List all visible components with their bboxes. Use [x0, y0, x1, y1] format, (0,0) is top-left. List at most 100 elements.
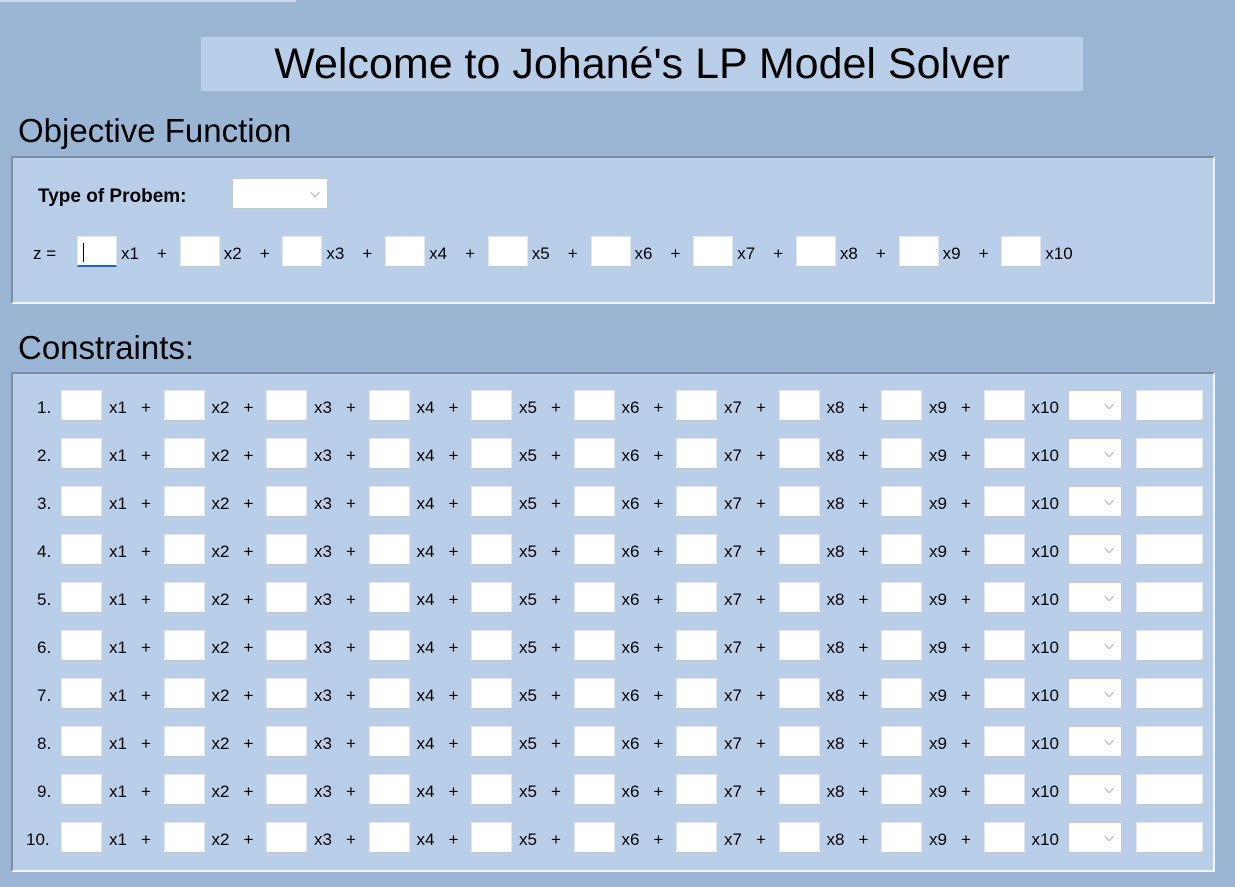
constraint-rhs-input[interactable]	[1136, 534, 1203, 565]
objective-coef-input[interactable]	[179, 236, 220, 267]
constraint-coef-input[interactable]	[471, 630, 512, 661]
constraint-coef-input[interactable]	[471, 390, 512, 421]
constraint-sign-select[interactable]: ⌵	[1068, 582, 1122, 613]
constraint-rhs-input[interactable]	[1136, 582, 1203, 613]
constraint-coef-input[interactable]	[573, 726, 615, 757]
objective-coef-input[interactable]	[898, 236, 939, 267]
constraint-coef-input[interactable]	[61, 534, 102, 565]
constraint-coef-input[interactable]	[368, 678, 410, 709]
constraint-coef-input[interactable]	[573, 822, 615, 853]
constraint-coef-input[interactable]	[573, 390, 615, 421]
constraint-coef-input[interactable]	[676, 534, 717, 565]
constraint-coef-input[interactable]	[471, 582, 512, 613]
constraint-coef-input[interactable]	[266, 582, 307, 613]
constraint-sign-select[interactable]: ⌵	[1068, 774, 1122, 805]
constraint-coef-input[interactable]	[61, 822, 102, 853]
constraint-coef-input[interactable]	[163, 630, 205, 661]
constraint-coef-input[interactable]	[676, 630, 717, 661]
objective-coef-input[interactable]	[282, 236, 323, 267]
constraint-coef-input[interactable]	[266, 486, 307, 517]
constraint-sign-select[interactable]: ⌵	[1068, 630, 1122, 661]
constraint-sign-select[interactable]: ⌵	[1068, 678, 1122, 709]
constraint-coef-input[interactable]	[163, 582, 205, 613]
constraint-coef-input[interactable]	[778, 438, 820, 469]
constraint-rhs-input[interactable]	[1136, 822, 1203, 853]
constraint-coef-input[interactable]	[163, 438, 205, 469]
problem-type-select[interactable]: ⌵	[232, 178, 328, 209]
constraint-coef-input[interactable]	[676, 678, 717, 709]
constraint-coef-input[interactable]	[368, 390, 410, 421]
constraint-coef-input[interactable]	[61, 678, 102, 709]
constraint-rhs-input[interactable]	[1136, 390, 1203, 421]
constraint-coef-input[interactable]	[368, 726, 410, 757]
constraint-coef-input[interactable]	[778, 822, 820, 853]
constraint-coef-input[interactable]	[778, 534, 820, 565]
objective-coef-input[interactable]	[77, 236, 117, 267]
constraint-coef-input[interactable]	[61, 486, 102, 517]
constraint-coef-input[interactable]	[61, 438, 102, 469]
constraint-coef-input[interactable]	[368, 438, 410, 469]
constraint-rhs-input[interactable]	[1136, 774, 1203, 805]
constraint-rhs-input[interactable]	[1136, 726, 1203, 757]
constraint-coef-input[interactable]	[983, 486, 1025, 517]
constraint-coef-input[interactable]	[983, 678, 1025, 709]
constraint-coef-input[interactable]	[471, 486, 512, 517]
constraint-coef-input[interactable]	[983, 582, 1025, 613]
constraint-coef-input[interactable]	[676, 822, 717, 853]
constraint-coef-input[interactable]	[881, 774, 922, 805]
constraint-coef-input[interactable]	[61, 582, 102, 613]
constraint-coef-input[interactable]	[266, 678, 307, 709]
constraint-coef-input[interactable]	[778, 582, 820, 613]
constraint-coef-input[interactable]	[163, 390, 205, 421]
constraint-coef-input[interactable]	[778, 774, 820, 805]
constraint-sign-select[interactable]: ⌵	[1068, 438, 1122, 469]
constraint-coef-input[interactable]	[881, 630, 922, 661]
constraint-coef-input[interactable]	[61, 726, 102, 757]
constraint-coef-input[interactable]	[368, 486, 410, 517]
constraint-coef-input[interactable]	[881, 534, 922, 565]
constraint-coef-input[interactable]	[163, 774, 205, 805]
constraint-sign-select[interactable]: ⌵	[1068, 390, 1122, 421]
constraint-rhs-input[interactable]	[1136, 438, 1203, 469]
constraint-rhs-input[interactable]	[1136, 678, 1203, 709]
constraint-coef-input[interactable]	[266, 726, 307, 757]
constraint-coef-input[interactable]	[471, 534, 512, 565]
constraint-coef-input[interactable]	[266, 534, 307, 565]
constraint-coef-input[interactable]	[471, 774, 512, 805]
constraint-coef-input[interactable]	[368, 630, 410, 661]
constraint-coef-input[interactable]	[573, 774, 615, 805]
objective-coef-input[interactable]	[1001, 236, 1042, 267]
constraint-coef-input[interactable]	[573, 630, 615, 661]
constraint-coef-input[interactable]	[573, 678, 615, 709]
constraint-coef-input[interactable]	[61, 630, 102, 661]
constraint-coef-input[interactable]	[368, 774, 410, 805]
constraint-coef-input[interactable]	[778, 630, 820, 661]
constraint-coef-input[interactable]	[881, 726, 922, 757]
objective-coef-input[interactable]	[590, 236, 631, 267]
constraint-coef-input[interactable]	[676, 726, 717, 757]
constraint-coef-input[interactable]	[881, 582, 922, 613]
constraint-coef-input[interactable]	[163, 726, 205, 757]
constraint-coef-input[interactable]	[471, 726, 512, 757]
constraint-coef-input[interactable]	[778, 390, 820, 421]
constraint-coef-input[interactable]	[573, 438, 615, 469]
constraint-coef-input[interactable]	[471, 822, 512, 853]
constraint-coef-input[interactable]	[163, 822, 205, 853]
constraint-coef-input[interactable]	[163, 678, 205, 709]
constraint-coef-input[interactable]	[983, 390, 1025, 421]
constraint-coef-input[interactable]	[881, 390, 922, 421]
constraint-coef-input[interactable]	[778, 726, 820, 757]
constraint-coef-input[interactable]	[163, 534, 205, 565]
constraint-coef-input[interactable]	[983, 822, 1025, 853]
constraint-coef-input[interactable]	[983, 534, 1025, 565]
constraint-coef-input[interactable]	[368, 534, 410, 565]
constraint-coef-input[interactable]	[573, 486, 615, 517]
constraint-coef-input[interactable]	[573, 534, 615, 565]
constraint-coef-input[interactable]	[778, 486, 820, 517]
constraint-coef-input[interactable]	[983, 774, 1025, 805]
constraint-sign-select[interactable]: ⌵	[1068, 486, 1122, 517]
constraint-coef-input[interactable]	[983, 726, 1025, 757]
constraint-coef-input[interactable]	[881, 486, 922, 517]
constraint-coef-input[interactable]	[881, 438, 922, 469]
constraint-sign-select[interactable]: ⌵	[1068, 534, 1122, 565]
